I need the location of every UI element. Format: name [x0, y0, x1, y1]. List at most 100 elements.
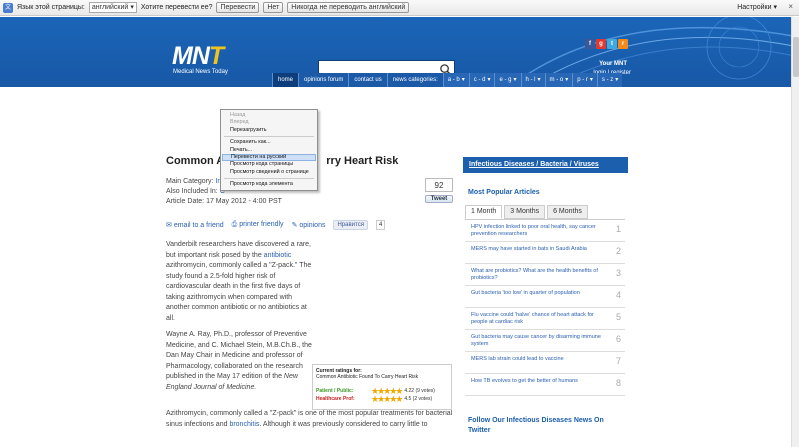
nav-category-p-r[interactable]: p - r ▾ [572, 73, 597, 87]
list-item[interactable]: Gut bacteria may cause cancer by disarmi… [465, 330, 625, 352]
close-icon[interactable]: × [788, 2, 793, 11]
also-included-label: Also Included In: [166, 188, 218, 195]
translate-label: Язык этой страницы: [17, 4, 85, 11]
follow-twitter-heading: Follow Our Infectious Diseases News On T… [468, 417, 604, 434]
article-paragraph-2: Wayne A. Ray, Ph.D., professor of Preven… [166, 331, 312, 391]
menu-item-inspect[interactable]: Просмотр кода элемента [222, 181, 316, 188]
nav-category-h-l[interactable]: h - l ▾ [520, 73, 545, 87]
translate-icon: 文 [3, 2, 13, 13]
chevron-down-icon: ▾ [513, 77, 517, 83]
nav-category-m-o[interactable]: m - o ▾ [544, 73, 573, 87]
facebook-like-count: 4 [375, 220, 386, 230]
follow-category-link[interactable]: Infectious Diseases [507, 417, 572, 424]
ratings-subject: Common Antibiotic Found To Carry Heart R… [316, 374, 419, 380]
section-bar-link[interactable]: Infectious Diseases / Bacteria / Viruses [463, 157, 628, 173]
list-item[interactable]: Gut bacteria 'too low' in quarter of pop… [465, 286, 625, 308]
list-item[interactable]: MERS lab strain could lead to vaccine 7 [465, 352, 625, 374]
envelope-icon: ✉ [166, 222, 172, 229]
tab-1-month[interactable]: 1 Month [465, 205, 503, 219]
menu-item-print[interactable]: Печать... [222, 147, 316, 154]
share-count: 92 [425, 178, 453, 192]
opinions-link[interactable]: ✎ opinions [292, 221, 326, 229]
email-friend-link[interactable]: ✉ email to a friend [166, 221, 224, 229]
scrollbar[interactable] [791, 17, 799, 447]
prof-rating-value: 4.5 (2 votes) [404, 396, 433, 402]
chevron-down-icon: ▾ [615, 77, 619, 83]
printer-icon: ⎙ [231, 221, 238, 228]
list-item[interactable]: How TB evolves to get the better of huma… [465, 374, 625, 396]
settings-label: Настройки [737, 4, 772, 11]
printer-friendly-link[interactable]: ⎙ printer friendly [232, 221, 284, 229]
chevron-down-icon: ▾ [773, 4, 777, 11]
list-item[interactable]: HPV infection linked to poor oral health… [465, 220, 625, 242]
menu-item-translate[interactable]: Перевести на русский [222, 153, 316, 162]
menu-separator [224, 136, 314, 138]
chevron-down-icon: ▾ [589, 77, 593, 83]
translate-bar: 文 Язык этой страницы: английский ▾ Хотите… [0, 0, 799, 16]
list-item[interactable]: MERS may have started in bats in Saudi A… [465, 242, 625, 264]
nav-category-e-g[interactable]: e - g ▾ [494, 73, 521, 87]
nav-category-s-z[interactable]: s - z ▾ [596, 73, 623, 87]
menu-item-save-as[interactable]: Сохранить как... [222, 139, 316, 146]
menu-item-back: Назад [230, 112, 246, 118]
nav-home[interactable]: home [272, 73, 299, 87]
patient-rating-value: 4.22 (9 votes) [404, 388, 435, 394]
star-rating-icon[interactable]: ★★★★★ [371, 395, 403, 404]
translate-button[interactable]: Перевести [216, 2, 260, 13]
article-tools: ✉ email to a friend ⎙ printer friendly ✎… [166, 220, 386, 230]
share-widget: 92 Tweet [425, 178, 453, 203]
patient-rating-label: Patient / Public: [316, 388, 354, 394]
twitter-icon[interactable]: t [607, 39, 617, 49]
facebook-icon[interactable]: f [585, 39, 595, 49]
prof-rating-label: Healthcare Prof: [316, 396, 355, 402]
google-plus-icon[interactable]: g [596, 39, 606, 49]
chevron-down-icon: ▾ [461, 77, 465, 83]
logo-subtitle: Medical News Today [173, 69, 228, 75]
ratings-box: Current ratings for: Common Antibiotic F… [312, 364, 452, 410]
list-item[interactable]: What are probiotics? What are the health… [465, 264, 625, 286]
menu-item-reload[interactable]: Перезагрузить [222, 127, 316, 134]
menu-separator [224, 178, 314, 180]
nav-contact-us[interactable]: contact us [348, 73, 387, 87]
main-category-label: Main Category: [166, 178, 214, 185]
social-icons: f g t r [585, 39, 628, 49]
menu-item-view-source[interactable]: Просмотр кода страницы [222, 161, 316, 168]
popular-tabs: 1 Month 3 Months 6 Months [465, 205, 588, 219]
scrollbar-thumb[interactable] [793, 37, 799, 77]
rss-icon[interactable]: r [618, 39, 628, 49]
chevron-down-icon: ▾ [537, 77, 541, 83]
facebook-like-button[interactable]: Нравится [333, 220, 368, 230]
title-left: Common A [166, 155, 225, 167]
article-paragraph-3: Azithromycin, commonly called a "Z-pack"… [166, 410, 453, 428]
title-right: rry Heart Risk [326, 155, 399, 167]
mnt-logo[interactable]: MNT [172, 42, 224, 71]
antibiotic-link[interactable]: antibiotic [264, 252, 292, 259]
settings-menu[interactable]: Настройки ▾ [737, 3, 777, 11]
nav-category-a-b[interactable]: a - b ▾ [442, 73, 469, 87]
nav-category-c-d[interactable]: c - d ▾ [468, 73, 495, 87]
chevron-down-icon: ▾ [565, 77, 569, 83]
language-select[interactable]: английский ▾ [88, 2, 137, 13]
main-nav: home opinions forum contact us news cate… [272, 73, 623, 87]
popular-list: HPV infection linked to poor oral health… [465, 219, 625, 396]
nav-categories-label: news categories: [386, 73, 443, 87]
chevron-down-icon: ▾ [130, 4, 134, 11]
menu-item-forward: Вперед [230, 119, 249, 126]
popular-heading: Most Popular Articles [468, 189, 540, 196]
tweet-button[interactable]: Tweet [425, 195, 453, 203]
prof-rating-row: Healthcare Prof: ★★★★★ 4.5 (2 votes) [316, 395, 448, 404]
article-paragraph-1: Vanderbilt researchers have discovered a… [166, 241, 312, 322]
tab-3-months[interactable]: 3 Months [504, 205, 546, 219]
bronchitis-link[interactable]: bronchitis [229, 421, 259, 428]
list-item[interactable]: Flu vaccine could 'halve' chance of hear… [465, 308, 625, 330]
tab-6-months[interactable]: 6 Months [547, 205, 588, 219]
menu-item-page-info[interactable]: Просмотр сведений о странице [222, 169, 316, 176]
your-mnt-label: Your MNT [599, 61, 627, 67]
never-translate-button[interactable]: Никогда не переводить английский [287, 2, 410, 13]
context-menu: Назад Вперед Перезагрузить Сохранить как… [220, 109, 318, 191]
no-button[interactable]: Нет [263, 2, 284, 13]
pencil-icon: ✎ [291, 222, 298, 229]
nav-opinions-forum[interactable]: opinions forum [298, 73, 349, 87]
language-value: английский [91, 4, 129, 11]
chevron-down-icon: ▾ [487, 77, 491, 83]
